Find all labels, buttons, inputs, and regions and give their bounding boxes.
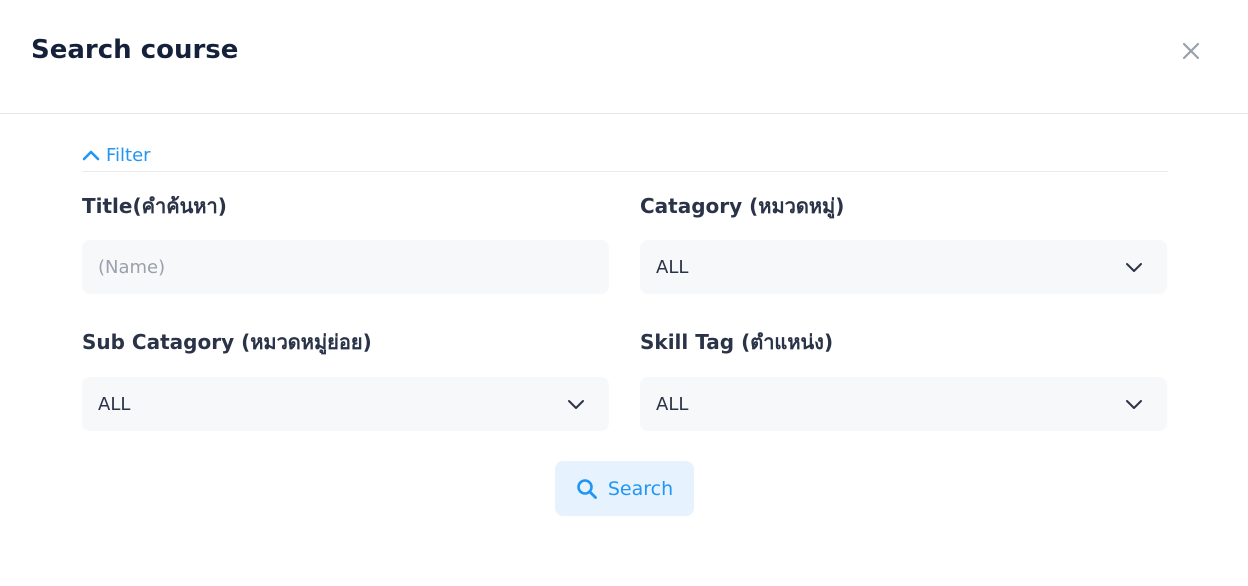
chevron-down-icon [568,400,584,409]
category-select[interactable]: ALL [640,240,1167,294]
chevron-down-icon [1126,263,1142,272]
category-field-label: Catagory (หมวดหมู่) [640,194,845,218]
sub-category-select-value: ALL [98,393,131,415]
skill-tag-select-value: ALL [656,393,689,415]
close-icon [1182,42,1200,60]
search-button-label: Search [607,477,674,500]
skill-tag-field-label: Skill Tag (ตำแหน่ง) [640,330,834,354]
title-field-wrapper [82,240,609,294]
skill-tag-select[interactable]: ALL [640,377,1167,431]
close-button[interactable] [1176,36,1206,66]
modal-header: Search course [0,0,1248,114]
sub-category-field-label: Sub Catagory (หมวดหมู่ย่อย) [82,330,372,354]
search-button[interactable]: Search [555,461,694,516]
filter-divider [82,171,1168,172]
title-field-label: Title(คำค้นหา) [82,194,227,218]
filter-toggle-label: Filter [106,144,151,166]
chevron-down-icon [1126,400,1142,409]
sub-category-select[interactable]: ALL [82,377,609,431]
search-course-modal: Search course Filter Title(คำค้นหา) Cata… [0,0,1248,586]
search-icon [577,478,597,499]
category-select-value: ALL [656,256,689,278]
modal-title: Search course [31,35,239,65]
filter-toggle[interactable]: Filter [82,142,151,168]
chevron-up-icon [82,150,100,161]
title-search-input[interactable] [82,240,609,294]
